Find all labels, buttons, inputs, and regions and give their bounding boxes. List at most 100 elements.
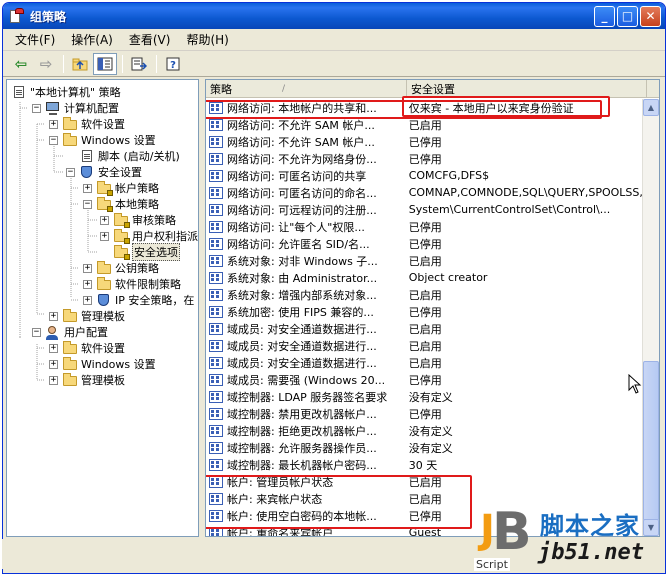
tree-item-label: 帐户策略 [115,182,159,195]
table-row[interactable]: 网络访问: 本地帐户的共享和... 仅来宾 - 本地用户以来宾身份验证 [206,99,642,116]
expand-icon[interactable]: + [49,375,58,385]
table-row[interactable]: 系统加密: 使用 FIPS 兼容的... 已停用 [206,303,642,320]
tree-item[interactable]: − 用户配置 [32,324,108,340]
table-row[interactable]: 网络访问: 让"每个人"权限... 已停用 [206,218,642,235]
table-row[interactable]: 帐户: 管理员帐户状态 已启用 [206,473,642,490]
back-button[interactable]: ⇦ [9,53,33,75]
help-button[interactable]: ? [161,53,185,75]
expand-icon[interactable]: + [83,295,92,305]
expand-icon[interactable]: + [83,183,92,193]
expand-icon[interactable]: + [83,279,92,289]
policy-name: 域控制器: LDAP 服务器签名要求 [227,390,388,404]
table-row[interactable]: 网络访问: 不允许 SAM 帐户... 已启用 [206,116,642,133]
close-button[interactable]: ✕ [640,5,661,27]
scroll-thumb[interactable] [643,361,659,521]
table-row[interactable]: 域控制器: 最长机器帐户密码... 30 天 [206,456,642,473]
tree-item[interactable]: + 用户权利指派 [100,228,198,244]
policy-cell: 系统对象: 增强内部系统对象... [206,287,405,303]
logo-letter-b: B [492,502,532,562]
tree-item[interactable]: "本地计算机" 策略 [11,84,121,100]
collapse-icon[interactable]: − [32,103,41,113]
tree-item[interactable]: 安全选项 [100,243,180,261]
table-row[interactable]: 域控制器: 拒绝更改机器帐户... 没有定义 [206,422,642,439]
menu-view[interactable]: 查看(V) [121,29,179,50]
table-row[interactable]: 系统对象: 由 Administrator... Object creator [206,269,642,286]
security-setting-value: 已停用 [408,407,442,421]
tree-item[interactable]: + 软件设置 [49,116,125,132]
security-setting-value: 仅来宾 - 本地用户以来宾身份验证 [408,101,574,115]
locked-folder-icon [113,213,130,228]
policy-setting-icon [208,356,224,370]
table-row[interactable]: 系统对象: 增强内部系统对象... 已启用 [206,286,642,303]
table-row[interactable]: 系统对象: 对非 Windows 子... 已启用 [206,252,642,269]
policy-list[interactable]: 策略 / 安全设置 网络访问: 本地帐户的共享和... 仅来宾 - 本地用户以来宾… [205,79,660,537]
up-one-level-button[interactable] [68,53,92,75]
tree-item[interactable]: + 帐户策略 [83,180,159,196]
policy-cell: 域成员: 对安全通道数据进行... [206,355,405,371]
table-row[interactable]: 域控制器: 允许服务器操作员... 没有定义 [206,439,642,456]
tree-item-label: 管理模板 [81,374,125,387]
forward-button[interactable]: ⇨ [34,53,58,75]
collapse-icon[interactable]: − [49,135,58,145]
tree-item[interactable]: − 计算机配置 [32,100,119,116]
console-tree[interactable]: "本地计算机" 策略 − 计算机配置 + 软件设置 − Windows 设置 脚本 (启动/关… [6,79,199,537]
tree-item[interactable]: − 安全设置 [66,164,142,180]
table-row[interactable]: 域成员: 需要强 (Windows 20... 已停用 [206,371,642,388]
tree-item[interactable]: + 公钥策略 [83,260,159,276]
tree-item[interactable]: − Windows 设置 [49,132,156,148]
expand-icon[interactable]: + [100,215,109,225]
expand-icon[interactable]: + [49,359,58,369]
minimize-button[interactable]: _ [594,5,615,27]
expand-icon[interactable]: + [49,311,58,321]
tree-item-label: 脚本 (启动/关机) [98,150,180,163]
tree-item[interactable]: + 软件设置 [49,340,125,356]
policy-cell: 网络访问: 可匿名访问的共享 [206,168,405,184]
column-header-setting[interactable]: 安全设置 [407,80,647,98]
show-hide-tree-button[interactable] [93,52,117,75]
export-list-button[interactable] [127,53,151,75]
table-row[interactable]: 域成员: 对安全通道数据进行... 已启用 [206,354,642,371]
table-row[interactable]: 网络访问: 可匿名访问的命名... COMNAP,COMNODE,SQL\QUER… [206,184,642,201]
policy-name: 网络访问: 本地帐户的共享和... [227,101,377,115]
table-row[interactable]: 网络访问: 不允许为网络身份... 已停用 [206,150,642,167]
tree-item[interactable]: + 审核策略 [100,212,176,228]
menu-file[interactable]: 文件(F) [7,29,63,50]
tree-item[interactable]: − 本地策略 [83,196,159,212]
menu-action[interactable]: 操作(A) [63,29,121,50]
column-header-policy-label: 策略 [210,83,232,96]
table-row[interactable]: 网络访问: 不允许 SAM 帐户... 已停用 [206,133,642,150]
table-row[interactable]: 域成员: 对安全通道数据进行... 已启用 [206,337,642,354]
maximize-button[interactable]: □ [617,5,638,27]
expand-icon[interactable]: + [100,231,109,241]
collapse-icon[interactable]: − [32,327,41,337]
tree-item[interactable]: + 管理模板 [49,372,125,388]
table-row[interactable]: 域成员: 对安全通道数据进行... 已启用 [206,320,642,337]
table-row[interactable]: 网络访问: 可远程访问的注册... System\CurrentControlSe… [206,201,642,218]
policy-name: 网络访问: 允许匿名 SID/名... [227,237,370,251]
security-setting-value: 没有定义 [408,424,453,438]
menu-help[interactable]: 帮助(H) [178,29,236,50]
column-header-policy[interactable]: 策略 / [206,80,407,98]
table-row[interactable]: 网络访问: 可匿名访问的共享 COMCFG,DFS$ [206,167,642,184]
vertical-scrollbar[interactable]: ▲ ▼ [642,99,659,536]
tree-item[interactable]: + 软件限制策略 [83,276,181,292]
collapse-icon[interactable]: − [66,167,75,177]
collapse-icon[interactable]: − [83,199,92,209]
scroll-up-button[interactable]: ▲ [643,99,659,116]
policy-setting-icon [208,424,224,438]
toolbar-separator [122,54,123,73]
tree-item[interactable]: + 管理模板 [49,308,125,324]
tree-item[interactable]: + IP 安全策略，在 [83,292,194,308]
tree-item[interactable]: 脚本 (启动/关机) [66,148,180,164]
expand-icon[interactable]: + [49,119,58,129]
title-bar[interactable]: 组策略 _ □ ✕ [3,3,665,29]
table-row[interactable]: 域控制器: 禁用更改机器帐户... 已停用 [206,405,642,422]
table-row[interactable]: 域控制器: LDAP 服务器签名要求 没有定义 [206,388,642,405]
folder-icon [62,373,78,387]
expand-icon[interactable]: + [83,263,92,273]
table-row[interactable]: 网络访问: 允许匿名 SID/名... 已停用 [206,235,642,252]
policy-setting-icon [208,492,224,506]
tree-item[interactable]: + Windows 设置 [49,356,156,372]
expand-icon[interactable]: + [49,343,58,353]
